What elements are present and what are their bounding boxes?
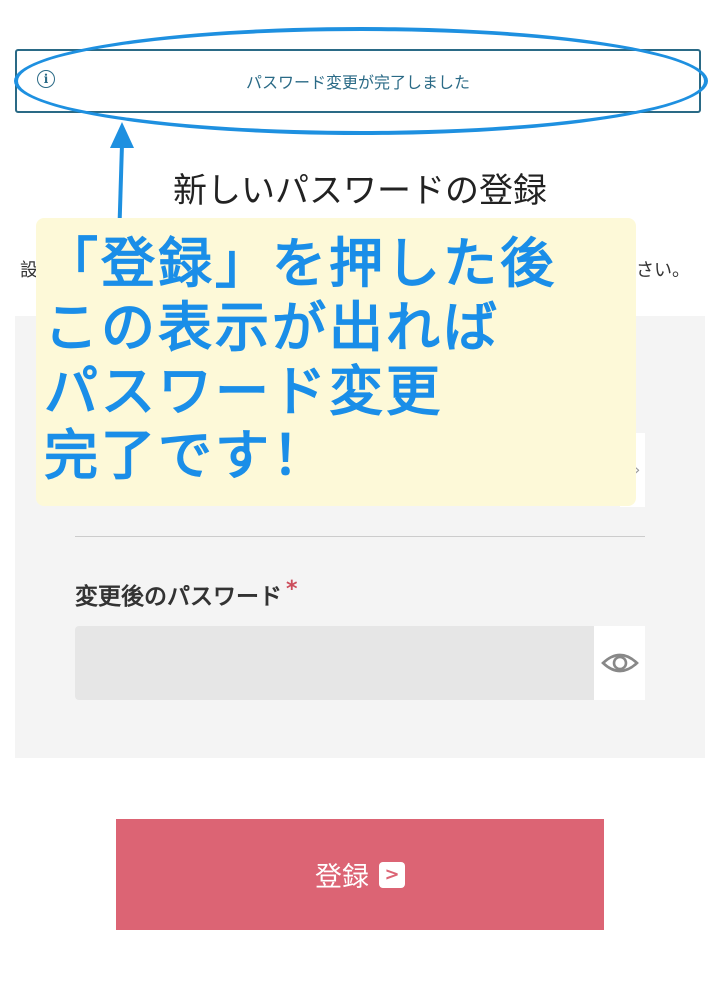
- annotation-text: 「登録」を押した後 この表示が出れば パスワード変更 完了です！: [44, 232, 636, 488]
- new-password-input[interactable]: [75, 626, 594, 700]
- page-title: 新しいパスワードの登録: [173, 171, 547, 211]
- highlight-ellipse: [14, 27, 708, 135]
- password-visibility-toggle[interactable]: [594, 626, 645, 700]
- chevron-right-icon: >: [379, 861, 405, 888]
- submit-button[interactable]: 登録 >: [116, 819, 604, 930]
- annotation-line-4: 完了です！: [44, 424, 329, 487]
- eye-icon: [600, 653, 639, 673]
- annotation-line-3: パスワード変更: [44, 360, 443, 423]
- new-password-label-text: 変更後のパスワード: [75, 584, 282, 610]
- divider: [75, 536, 645, 537]
- required-mark: *: [286, 577, 298, 602]
- submit-button-label: 登録: [315, 862, 369, 893]
- description-text-right: さい。: [636, 260, 690, 281]
- new-password-label: 変更後のパスワード *: [75, 577, 298, 611]
- annotation-line-2: この表示が出れば: [44, 296, 500, 359]
- annotation-line-1: 「登録」を押した後: [44, 232, 557, 295]
